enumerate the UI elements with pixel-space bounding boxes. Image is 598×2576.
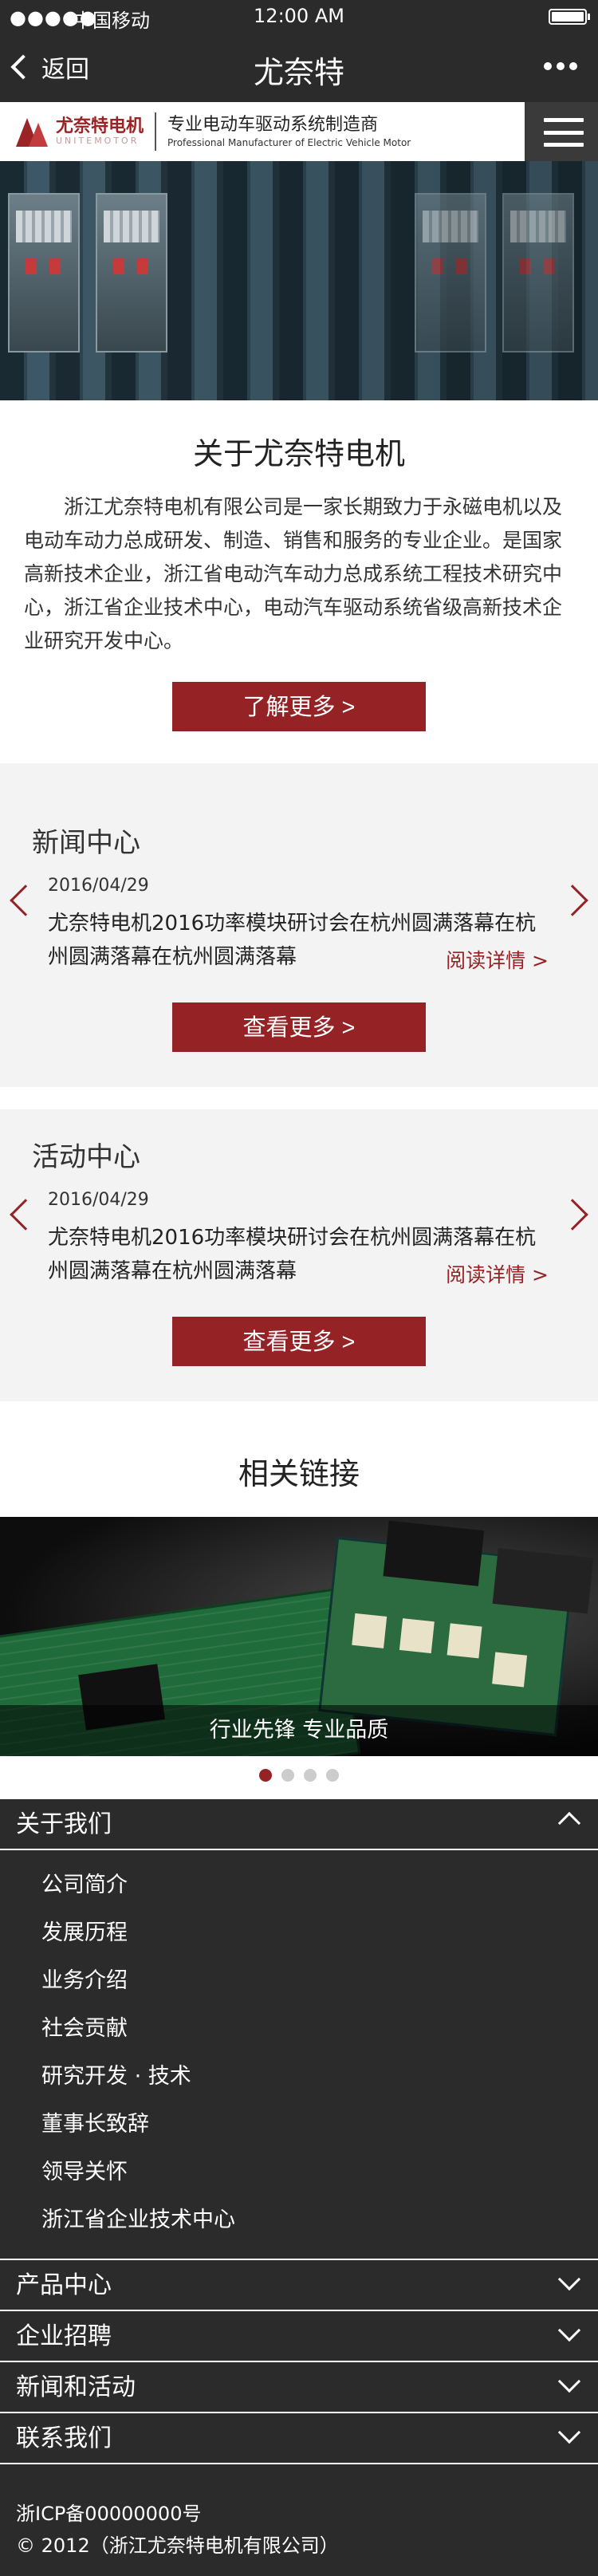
clock: 12:00 AM: [254, 5, 344, 27]
footer-jobs-toggle[interactable]: 企业招聘: [0, 2311, 598, 2362]
link-slide[interactable]: 行业先锋 专业品质: [0, 1517, 598, 1756]
hero-banner: [0, 161, 598, 400]
ellipsis-icon[interactable]: [544, 62, 577, 70]
slide-dot[interactable]: [326, 1769, 339, 1782]
chevron-down-icon: [557, 2267, 581, 2291]
footer-about-label: 关于我们: [16, 1810, 112, 1838]
news-section: 新闻中心 2016/04/29 尤奈特电机2016功率模块研讨会在杭州圆满落幕在…: [0, 763, 598, 1109]
footer-link[interactable]: 董事长致辞: [0, 2101, 598, 2149]
site-header: 尤奈特电机 UNITEMOTOR 专业电动车驱动系统制造商 Profession…: [0, 102, 598, 161]
about-title: 关于尤奈特电机: [192, 436, 405, 471]
banner-cabinet: [415, 193, 486, 353]
chevron-down-icon: [557, 2318, 581, 2342]
footer-link[interactable]: 社会贡献: [0, 2005, 598, 2053]
footer-link[interactable]: 研究开发 · 技术: [0, 2053, 598, 2101]
footer-about-toggle[interactable]: 关于我们: [0, 1799, 598, 1850]
slide-dot[interactable]: [304, 1769, 317, 1782]
footer-products-toggle[interactable]: 产品中心: [0, 2260, 598, 2311]
slide-dot[interactable]: [259, 1769, 272, 1782]
copyright: © 2012（浙江尤奈特电机有限公司）: [16, 2535, 339, 2557]
battery-icon: [549, 9, 590, 25]
footer-jobs-label: 企业招聘: [16, 2322, 112, 2350]
footer-news-toggle[interactable]: 新闻和活动: [0, 2362, 598, 2413]
logo-name: 尤奈特电机: [56, 116, 144, 136]
banner-cabinet: [502, 193, 574, 353]
page-title: 尤奈特: [253, 55, 344, 90]
footer-about-list: 公司简介 发展历程 业务介绍 社会贡献 研究开发 · 技术 董事长致辞 领导关怀…: [0, 1850, 598, 2260]
status-bar: ●●●●● 中国移动 12:00 AM: [0, 0, 598, 33]
footer-contact-label: 联系我们: [16, 2424, 112, 2452]
news-title: 新闻中心: [32, 827, 140, 859]
slogan: 专业电动车驱动系统制造商: [167, 115, 379, 135]
footer-link[interactable]: 领导关怀: [0, 2149, 598, 2196]
chevron-down-icon: [557, 2420, 581, 2444]
slogan-en: Professional Manufacturer of Electric Ve…: [167, 137, 411, 148]
nav-bar: 返回 尤奈特: [0, 33, 598, 102]
activity-item[interactable]: 2016/04/29 尤奈特电机2016功率模块研讨会在杭州圆满落幕在杭州圆满落…: [0, 1190, 598, 1288]
logo[interactable]: 尤奈特电机 UNITEMOTOR 专业电动车驱动系统制造商 Profession…: [0, 102, 525, 161]
about-section: 关于尤奈特电机 浙江尤奈特电机有限公司是一家长期致力于永磁电机以及电动车动力总成…: [0, 400, 598, 763]
footer-link[interactable]: 业务介绍: [0, 1957, 598, 2005]
view-more-activities-button[interactable]: 查看更多 >: [172, 1317, 426, 1366]
view-more-news-button[interactable]: 查看更多 >: [172, 1002, 426, 1052]
footer-products-label: 产品中心: [16, 2271, 112, 2299]
footer-link[interactable]: 浙江省企业技术中心: [0, 2196, 598, 2244]
news-date: 2016/04/29: [48, 876, 149, 896]
icp-number: 浙ICP备00000000号: [16, 2503, 202, 2525]
footer-link[interactable]: 公司简介: [0, 1861, 598, 1909]
footer-news-label: 新闻和活动: [16, 2373, 136, 2401]
logo-mark-icon: [14, 115, 51, 148]
links-section: 相关链接 行业先锋 专业品质: [0, 1424, 598, 1799]
slide-dot[interactable]: [281, 1769, 294, 1782]
read-more-link[interactable]: 阅读详情 >: [446, 945, 549, 974]
read-more-link[interactable]: 阅读详情 >: [446, 1259, 549, 1288]
about-text: 浙江尤奈特电机有限公司是一家长期致力于永磁电机以及电动车动力总成研发、制造、销售…: [24, 495, 563, 652]
banner-cabinet: [8, 193, 80, 353]
banner-cabinet: [96, 193, 167, 353]
news-item[interactable]: 2016/04/29 尤奈特电机2016功率模块研讨会在杭州圆满落幕在杭州圆满落…: [0, 876, 598, 974]
footer-contact-toggle[interactable]: 联系我们: [0, 2413, 598, 2464]
activity-date: 2016/04/29: [48, 1190, 149, 1210]
footer-nav: 关于我们 公司简介 发展历程 业务介绍 社会贡献 研究开发 · 技术 董事长致辞…: [0, 1799, 598, 2464]
activities-title: 活动中心: [32, 1141, 140, 1173]
activities-section: 活动中心 2016/04/29 尤奈特电机2016功率模块研讨会在杭州圆满落幕在…: [0, 1109, 598, 1424]
chevron-up-icon: [557, 1811, 581, 1835]
slide-caption: 行业先锋 专业品质: [0, 1705, 598, 1756]
chevron-down-icon: [557, 2369, 581, 2393]
logo-name-en: UNITEMOTOR: [56, 136, 140, 146]
hamburger-icon[interactable]: [544, 118, 584, 147]
links-title: 相关链接: [238, 1456, 360, 1491]
learn-more-button[interactable]: 了解更多 >: [172, 682, 426, 731]
slide-dots: [0, 1756, 598, 1799]
logo-divider: [155, 112, 157, 151]
footer-link[interactable]: 发展历程: [0, 1909, 598, 1957]
footer-info: 浙ICP备00000000号 © 2012（浙江尤奈特电机有限公司）: [0, 2464, 598, 2576]
